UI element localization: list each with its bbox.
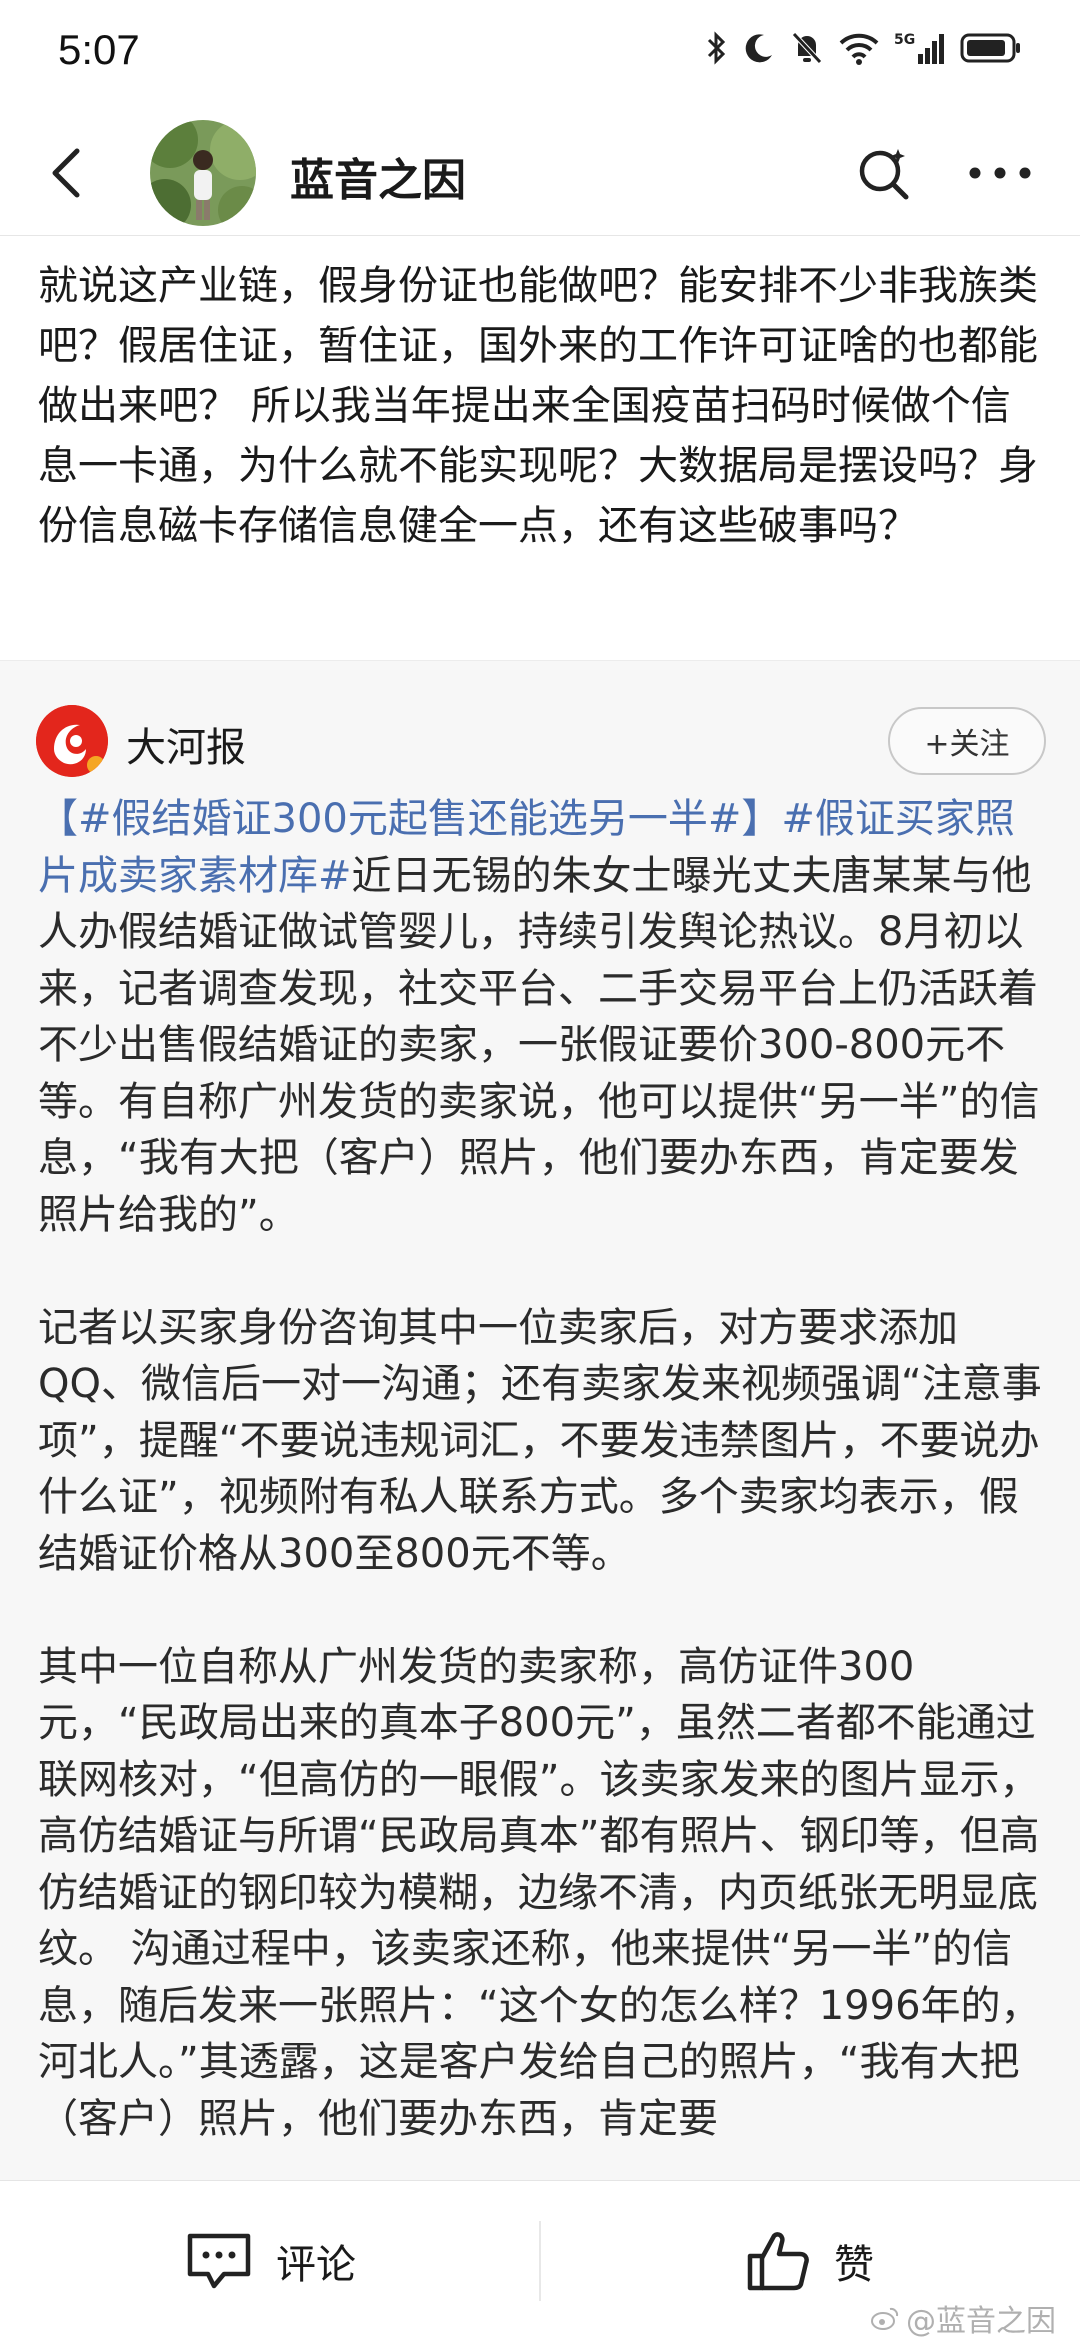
weibo-logo-icon	[871, 2307, 899, 2330]
back-arrow-icon	[52, 148, 80, 198]
post-text: 就说这产业链，假身份证也能做吧？能安排不少非我族类吧？假居住证，暂住证，国外来的…	[38, 263, 1038, 549]
comment-icon	[187, 2233, 251, 2289]
avatar[interactable]	[150, 120, 256, 226]
mute-bell-icon	[792, 32, 822, 64]
repost-body: 【#假结婚证300元起售还能选另一半#】#假证买家照片成卖家素材库#近日无锡的朱…	[38, 791, 1048, 2204]
repost-card[interactable]: 大河报 +关注 【#假结婚证300元起售还能选另一半#】#假证买家照片成卖家素材…	[0, 660, 1080, 2180]
repost-paragraph-2: 记者以买家身份咨询其中一位卖家后，对方要求添加QQ、微信后一对一沟通；还有卖家发…	[38, 1304, 1042, 1577]
status-bar: 5:07 5G	[0, 0, 1080, 110]
page-title[interactable]: 蓝音之因	[290, 144, 466, 208]
search-icon	[859, 149, 909, 200]
repost-author-name[interactable]: 大河报	[126, 715, 246, 773]
watermark-text: @蓝音之因	[906, 2304, 1056, 2339]
more-icon	[969, 167, 1031, 179]
follow-button[interactable]: +关注	[888, 707, 1046, 775]
header: 蓝音之因	[0, 110, 1080, 236]
status-icons: 5G	[706, 30, 1022, 66]
more-button[interactable]	[955, 134, 1045, 212]
watermark: @蓝音之因	[870, 2296, 1056, 2340]
paragraph-text: 近日无锡的朱女士曝光丈夫唐某某与他人办假结婚证做试管婴儿，持续引发舆论热议。8月…	[38, 852, 1040, 1238]
like-label: 赞	[834, 2242, 874, 2288]
avatar-image	[150, 120, 256, 226]
status-time: 5:07	[58, 26, 140, 73]
dahebao-logo-icon	[36, 705, 108, 777]
repost-author-avatar[interactable]	[36, 705, 108, 777]
battery-icon	[960, 33, 1020, 63]
comment-button[interactable]: 评论	[0, 2181, 540, 2340]
bluetooth-icon	[707, 31, 726, 65]
thumbs-up-icon	[747, 2232, 809, 2291]
moon-icon	[745, 34, 772, 63]
5g-signal-icon: 5G	[894, 32, 944, 64]
wifi-icon	[839, 33, 879, 65]
comment-label: 评论	[276, 2242, 356, 2288]
back-button[interactable]	[32, 138, 102, 208]
repost-paragraph-1: 【#假结婚证300元起售还能选另一半#】#假证买家照片成卖家素材库#近日无锡的朱…	[38, 791, 1048, 1243]
search-button[interactable]	[845, 134, 923, 212]
svg-text:5G: 5G	[894, 32, 915, 48]
repost-paragraph-3: 其中一位自称从广州发货的卖家称，高仿证件300元，“民政局出来的真本子800元”…	[38, 1643, 1041, 2142]
hashtag-link[interactable]: 【#假结婚证300元起售还能选另一半#】	[38, 796, 781, 842]
